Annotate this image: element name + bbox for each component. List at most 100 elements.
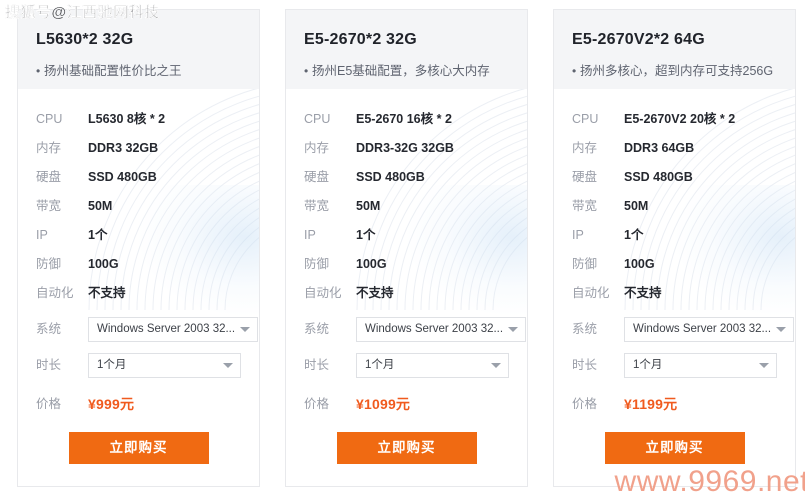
bullet-icon: • [304, 64, 309, 78]
spec-row-automation: 自动化 不支持 [36, 279, 241, 308]
spec-value-disk: SSD 480GB [624, 170, 693, 184]
spec-row-memory: 内存 DDR3-32G 32GB [304, 134, 509, 163]
spec-label-bandwidth: 带宽 [36, 199, 62, 213]
card-spec-list: CPU E5-2670V2 20核 * 2 内存 DDR3 64GB 硬盘 SS… [554, 89, 795, 421]
card-title: E5-2670V2*2 64G [572, 31, 705, 48]
duration-label: 时长 [572, 357, 598, 372]
price-value: ¥999元 [88, 396, 135, 412]
spec-label-cpu: CPU [36, 112, 63, 126]
buy-now-button[interactable]: 立即购买 [604, 432, 745, 464]
system-select[interactable]: Windows Server 2003 32... [356, 316, 527, 342]
spec-value-memory: DDR3 32GB [88, 141, 159, 155]
spec-value-ip: 1个 [624, 228, 644, 242]
spec-value-bandwidth: 50M [624, 199, 649, 213]
system-select-row: 系统 Windows Server 2003 32... [572, 311, 795, 347]
card-subtitle: • 扬州E5基础配置，多核心大内存 [304, 63, 509, 79]
spec-label-cpu: CPU [304, 112, 331, 126]
duration-select-row: 时长 1个月 [304, 347, 509, 383]
spec-row-memory: 内存 DDR3 64GB [572, 134, 777, 163]
spec-row-defense: 防御 100G [36, 250, 241, 279]
spec-label-defense: 防御 [304, 257, 330, 271]
buy-button-wrap: 立即购买 [18, 432, 259, 464]
spec-label-disk: 硬盘 [36, 170, 62, 184]
buy-now-button[interactable]: 立即购买 [336, 432, 477, 464]
spec-row-automation: 自动化 不支持 [304, 279, 509, 308]
duration-label: 时长 [36, 357, 62, 372]
spec-value-bandwidth: 50M [356, 199, 381, 213]
price-label: 价格 [304, 396, 330, 411]
spec-label-memory: 内存 [304, 141, 330, 155]
duration-select-value: 1个月 [97, 359, 127, 371]
spec-row-defense: 防御 100G [572, 250, 777, 279]
spec-value-defense: 100G [88, 257, 119, 271]
pricing-page: L5630*2 32G • 扬州基础配置性价比之王 CPU L5630 8核 *… [0, 0, 805, 500]
duration-select[interactable]: 1个月 [88, 352, 241, 378]
spec-row-disk: 硬盘 SSD 480GB [572, 163, 777, 192]
spec-label-bandwidth: 带宽 [572, 199, 598, 213]
duration-select[interactable]: 1个月 [624, 352, 777, 378]
card-spec-list: CPU L5630 8核 * 2 内存 DDR3 32GB 硬盘 SSD 480… [18, 89, 259, 421]
pricing-card[interactable]: L5630*2 32G • 扬州基础配置性价比之王 CPU L5630 8核 *… [17, 9, 260, 487]
spec-label-bandwidth: 带宽 [304, 199, 330, 213]
spec-row-memory: 内存 DDR3 32GB [36, 134, 241, 163]
bullet-icon: • [36, 64, 41, 78]
pricing-card[interactable]: E5-2670*2 32G • 扬州E5基础配置，多核心大内存 CPU E5-2… [285, 9, 528, 487]
card-header: L5630*2 32G • 扬州基础配置性价比之王 [18, 10, 259, 89]
spec-value-automation: 不支持 [88, 286, 126, 300]
card-subtitle-text: 扬州多核心，超到内存可支持256G [580, 64, 774, 78]
system-select-value: Windows Server 2003 32... [365, 323, 504, 335]
chevron-down-icon [759, 363, 769, 368]
spec-label-memory: 内存 [36, 141, 62, 155]
duration-select[interactable]: 1个月 [356, 352, 509, 378]
system-select-row: 系统 Windows Server 2003 32... [36, 311, 259, 347]
spec-value-bandwidth: 50M [88, 199, 113, 213]
spec-label-ip: IP [572, 228, 584, 242]
card-title: E5-2670*2 32G [304, 31, 417, 48]
duration-label: 时长 [304, 357, 330, 372]
spec-value-memory: DDR3-32G 32GB [356, 141, 454, 155]
buy-button-wrap: 立即购买 [554, 432, 795, 464]
spec-value-automation: 不支持 [356, 286, 394, 300]
spec-label-automation: 自动化 [572, 286, 610, 300]
pricing-card[interactable]: E5-2670V2*2 64G • 扬州多核心，超到内存可支持256G CPU … [553, 9, 796, 487]
price-value: ¥1099元 [356, 396, 411, 412]
duration-select-value: 1个月 [633, 359, 663, 371]
spec-label-disk: 硬盘 [572, 170, 598, 184]
spec-value-defense: 100G [356, 257, 387, 271]
pricing-card-grid: L5630*2 32G • 扬州基础配置性价比之王 CPU L5630 8核 *… [17, 9, 796, 487]
spec-value-memory: DDR3 64GB [624, 141, 695, 155]
spec-value-defense: 100G [624, 257, 655, 271]
spec-label-defense: 防御 [572, 257, 598, 271]
system-label: 系统 [572, 321, 598, 336]
system-select[interactable]: Windows Server 2003 32... [88, 316, 259, 342]
spec-value-disk: SSD 480GB [356, 170, 425, 184]
spec-value-automation: 不支持 [624, 286, 662, 300]
spec-value-disk: SSD 480GB [88, 170, 157, 184]
price-row: 价格 ¥1099元 [304, 387, 509, 421]
price-label: 价格 [572, 396, 598, 411]
spec-label-automation: 自动化 [304, 286, 342, 300]
duration-select-row: 时长 1个月 [36, 347, 241, 383]
chevron-down-icon [223, 363, 233, 368]
spec-value-cpu: L5630 8核 * 2 [88, 112, 166, 126]
price-row: 价格 ¥999元 [36, 387, 241, 421]
card-header: E5-2670*2 32G • 扬州E5基础配置，多核心大内存 [286, 10, 527, 89]
buy-button-wrap: 立即购买 [286, 432, 527, 464]
buy-now-button[interactable]: 立即购买 [68, 432, 209, 464]
chevron-down-icon [776, 327, 787, 332]
system-select-value: Windows Server 2003 32... [97, 323, 236, 335]
system-select[interactable]: Windows Server 2003 32... [624, 316, 795, 342]
spec-row-bandwidth: 带宽 50M [36, 192, 241, 221]
card-subtitle: • 扬州基础配置性价比之王 [36, 63, 241, 79]
card-spec-list: CPU E5-2670 16核 * 2 内存 DDR3-32G 32GB 硬盘 … [286, 89, 527, 421]
spec-value-cpu: E5-2670V2 20核 * 2 [624, 112, 736, 126]
system-select-row: 系统 Windows Server 2003 32... [304, 311, 527, 347]
card-subtitle-text: 扬州基础配置性价比之王 [44, 64, 182, 78]
system-label: 系统 [36, 321, 62, 336]
price-value: ¥1199元 [624, 396, 678, 412]
system-select-value: Windows Server 2003 32... [633, 323, 772, 335]
price-row: 价格 ¥1199元 [572, 387, 777, 421]
price-label: 价格 [36, 396, 62, 411]
spec-value-ip: 1个 [88, 228, 108, 242]
spec-row-cpu: CPU E5-2670 16核 * 2 [304, 105, 509, 134]
